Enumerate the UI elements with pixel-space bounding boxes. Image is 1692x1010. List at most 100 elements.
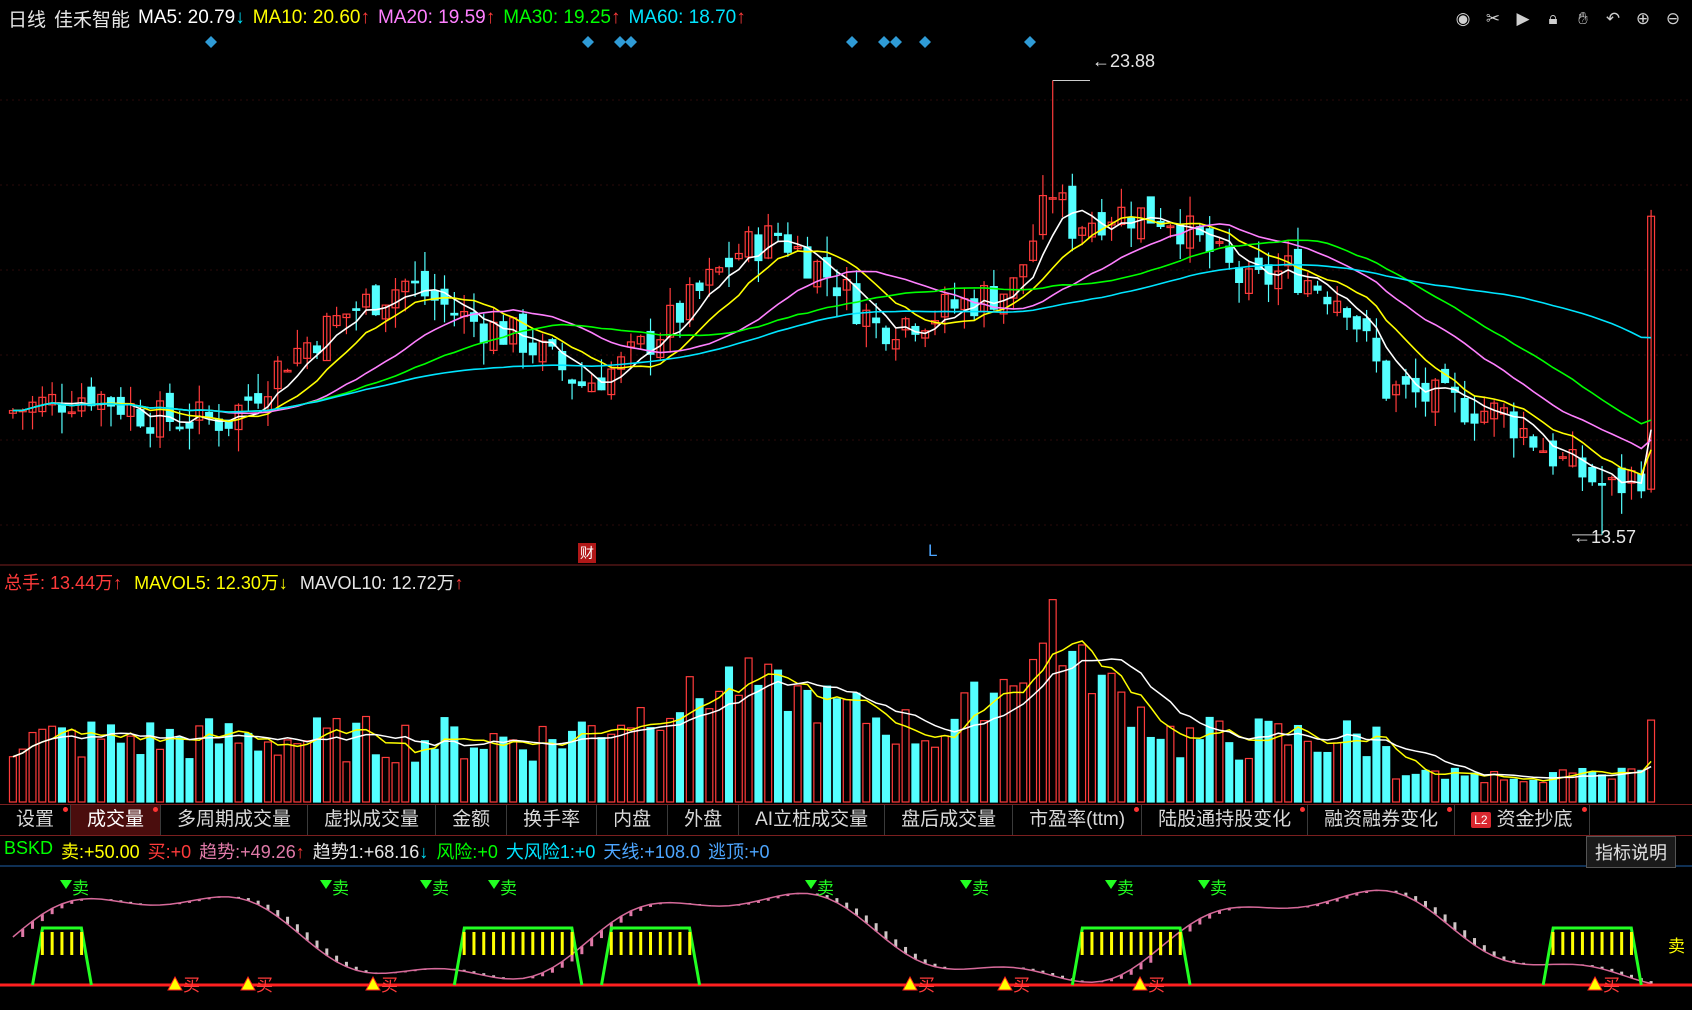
sell-signal-icon xyxy=(960,880,972,889)
l-event-marker[interactable]: L xyxy=(928,541,937,561)
tab-item[interactable]: 外盘 xyxy=(668,805,740,835)
volume-bar xyxy=(391,762,400,803)
high-price-label: ←23.88 xyxy=(1092,51,1156,71)
event-diamond-icon xyxy=(625,36,637,48)
candle-body xyxy=(1598,483,1607,486)
candle-body xyxy=(872,317,881,324)
volume-bar xyxy=(352,722,361,803)
volume-bar xyxy=(1293,724,1302,803)
candle-body xyxy=(352,308,361,311)
bskd-field: 趋势:+49.26↑ xyxy=(199,842,305,862)
volume-bar xyxy=(1058,665,1067,803)
volume-bar xyxy=(1323,751,1332,803)
volume-bar xyxy=(1303,740,1312,803)
candle-body xyxy=(1588,466,1597,483)
tab-item[interactable]: 陆股通持股变化 xyxy=(1142,805,1309,835)
volume-bar xyxy=(67,729,76,803)
sell-signal-icon xyxy=(805,880,817,889)
volume-bar xyxy=(1225,742,1234,803)
volume-bar xyxy=(921,740,930,803)
volume-bar xyxy=(450,726,459,803)
buy-signal-label: 买 xyxy=(1148,976,1165,996)
volume-bar xyxy=(666,717,675,803)
buy-signal-label: 买 xyxy=(256,976,273,996)
tab-item[interactable]: 成交量 xyxy=(71,805,162,835)
volume-bar xyxy=(18,748,27,803)
sell-signal-label: 卖 xyxy=(432,879,449,899)
buy-signal-label: 买 xyxy=(1603,976,1620,996)
candle-body xyxy=(450,312,459,316)
volume-bar xyxy=(1392,778,1401,803)
volume-bar xyxy=(38,728,47,803)
volume-bar xyxy=(1607,778,1616,803)
volume-bar xyxy=(1558,769,1567,803)
tab-item[interactable]: 多周期成交量 xyxy=(161,805,309,835)
candle-body xyxy=(116,396,125,415)
volume-bar xyxy=(1431,770,1440,803)
volume-bar xyxy=(499,736,508,803)
volume-bar xyxy=(1166,725,1175,803)
candle-body xyxy=(774,232,783,236)
sell-signal-icon xyxy=(488,880,500,889)
candle-body xyxy=(724,257,734,268)
sell-signal-label: 卖 xyxy=(1210,879,1227,899)
finance-event-marker[interactable]: 财 xyxy=(578,543,596,563)
candle-body xyxy=(1529,436,1538,448)
tab-item[interactable]: 虚拟成交量 xyxy=(308,805,437,835)
bskd-field: 大风险1:+0 xyxy=(505,842,596,862)
tab-item[interactable]: 市盈率(ttm) xyxy=(1013,805,1143,835)
volume-bar xyxy=(911,743,920,803)
event-diamond-icon xyxy=(205,36,217,48)
buy-signal-label: 买 xyxy=(183,976,200,996)
bskd-name: BSKD xyxy=(4,838,54,858)
ma10-line xyxy=(12,215,1652,476)
volume-bar xyxy=(136,754,145,803)
volume-bar xyxy=(1362,756,1371,803)
l2-badge: L2 xyxy=(1471,811,1491,828)
volume-bar xyxy=(1235,759,1244,803)
volume-bar xyxy=(381,756,390,803)
volume-bar xyxy=(999,678,1008,803)
bskd-header: BSKD 卖:+50.00 买:+0 趋势:+49.26↑ 趋势1:+68.16↓ 风险… xyxy=(4,838,770,864)
event-diamond-icon xyxy=(582,36,594,48)
tab-dot xyxy=(1581,807,1587,812)
candle-body xyxy=(1382,360,1391,399)
mavol5: MAVOL5: 12.30万↓ xyxy=(134,573,288,593)
candle-body xyxy=(950,299,959,309)
volume-bar xyxy=(97,738,106,803)
indicator-tabs: 设置 成交量 多周期成交量 虚拟成交量 金额 换手率 内盘 外盘 AI立桩成交量 盘后成交量 市盈率… xyxy=(0,804,1692,836)
tab-item[interactable]: AI立桩成交量 xyxy=(739,805,886,835)
tab-item[interactable]: 换手率 xyxy=(507,805,598,835)
volume-bar xyxy=(1244,757,1253,803)
sell-signal-label: 卖 xyxy=(1117,879,1134,899)
tab-item[interactable]: 融资融券变化 xyxy=(1308,805,1456,835)
volume-bar xyxy=(646,727,655,803)
volume-bar xyxy=(185,758,194,803)
tab-item[interactable]: 金额 xyxy=(436,805,508,835)
event-diamond-icon xyxy=(919,36,931,48)
volume-bar xyxy=(695,698,704,803)
volume-bar xyxy=(862,722,871,803)
tab-item[interactable]: 内盘 xyxy=(597,805,669,835)
tab-item[interactable]: 盘后成交量 xyxy=(885,805,1014,835)
volume-bar xyxy=(1470,772,1479,803)
bskd-field: 风险:+0 xyxy=(436,842,498,862)
volume-bar xyxy=(734,694,743,803)
candle-body xyxy=(1235,267,1244,284)
volume-bar xyxy=(823,685,832,803)
volume-bar xyxy=(1127,726,1136,803)
volume-bar xyxy=(705,708,714,803)
volume-bar xyxy=(1087,693,1096,803)
volume-bar xyxy=(371,754,380,803)
volume-bar xyxy=(675,712,684,803)
latest-sell-label: 卖 xyxy=(1668,937,1685,957)
tab-item[interactable]: L2 资金抄底 xyxy=(1455,805,1590,835)
indicator-explain-button[interactable]: 指标说明 xyxy=(1586,836,1676,868)
tab-item[interactable]: 设置 xyxy=(0,805,72,835)
volume-bar xyxy=(960,692,969,803)
volume-bar xyxy=(1097,674,1106,803)
volume-bar xyxy=(440,717,449,803)
candle-body xyxy=(518,313,528,353)
candle-body xyxy=(57,403,66,413)
volume-bar xyxy=(1509,778,1518,803)
